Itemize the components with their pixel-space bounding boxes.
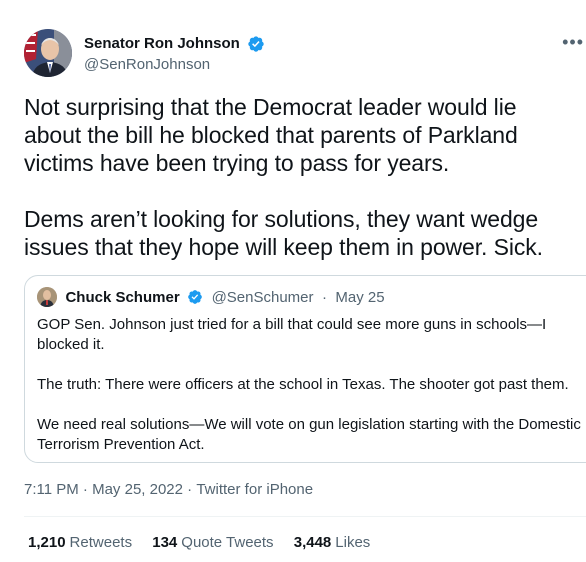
tweet-source[interactable]: Twitter for iPhone [196,480,313,500]
quoted-separator: · [321,288,327,306]
quoted-paragraph: GOP Sen. Johnson just tried for a bill t… [37,316,547,353]
tweet-text: Not surprising that the Democrat leader … [24,94,543,260]
retweets-count: 1,210 [28,534,66,551]
quoted-display-name: Chuck Schumer [65,288,180,306]
likes-label: Likes [335,534,371,551]
quoted-date: May 25 [335,288,385,306]
quoted-paragraph: We need real solutions—We will vote on g… [37,416,581,453]
author-display-name[interactable]: Senator Ron Johnson [84,34,240,54]
quoted-handle: @SenSchumer [211,288,314,306]
tweet-metadata: 7:11 PM · May 25, 2022 · Twitter for iPh… [24,480,313,500]
divider [24,516,586,517]
quote-tweets-label: Quote Tweets [181,534,274,551]
meta-separator: · [183,481,197,498]
quoted-verified-badge-icon [187,289,203,305]
retweets-label: Retweets [69,534,133,551]
quoted-paragraph: The truth: There were officers at the sc… [37,376,569,393]
tweet-stats: 1,210 Retweets 134 Quote Tweets 3,448 Likes [28,533,386,553]
meta-separator: · [78,481,93,498]
likes-count: 3,448 [293,534,332,551]
tweet-time[interactable]: 7:11 PM [24,480,79,500]
tweet-date[interactable]: May 25, 2022 [92,480,183,500]
author-handle[interactable]: @SenRonJohnson [84,55,265,75]
likes-stat[interactable]: 3,448 Likes [294,533,371,553]
quoted-author-avatar [37,287,57,307]
quote-tweets-count: 134 [152,534,178,551]
retweets-stat[interactable]: 1,210 Retweets [28,533,132,553]
quoted-text: GOP Sen. Johnson just tried for a bill t… [37,315,586,475]
author-avatar[interactable] [24,29,72,77]
quote-tweets-stat[interactable]: 134 Quote Tweets [152,533,273,553]
more-options-icon[interactable]: ••• [562,33,584,51]
quoted-tweet[interactable]: Chuck Schumer @SenSchumer · May 25 GOP S… [24,275,586,463]
tweet-header: Senator Ron Johnson @SenRonJohnson ••• [24,29,586,79]
verified-badge-icon [247,35,265,53]
